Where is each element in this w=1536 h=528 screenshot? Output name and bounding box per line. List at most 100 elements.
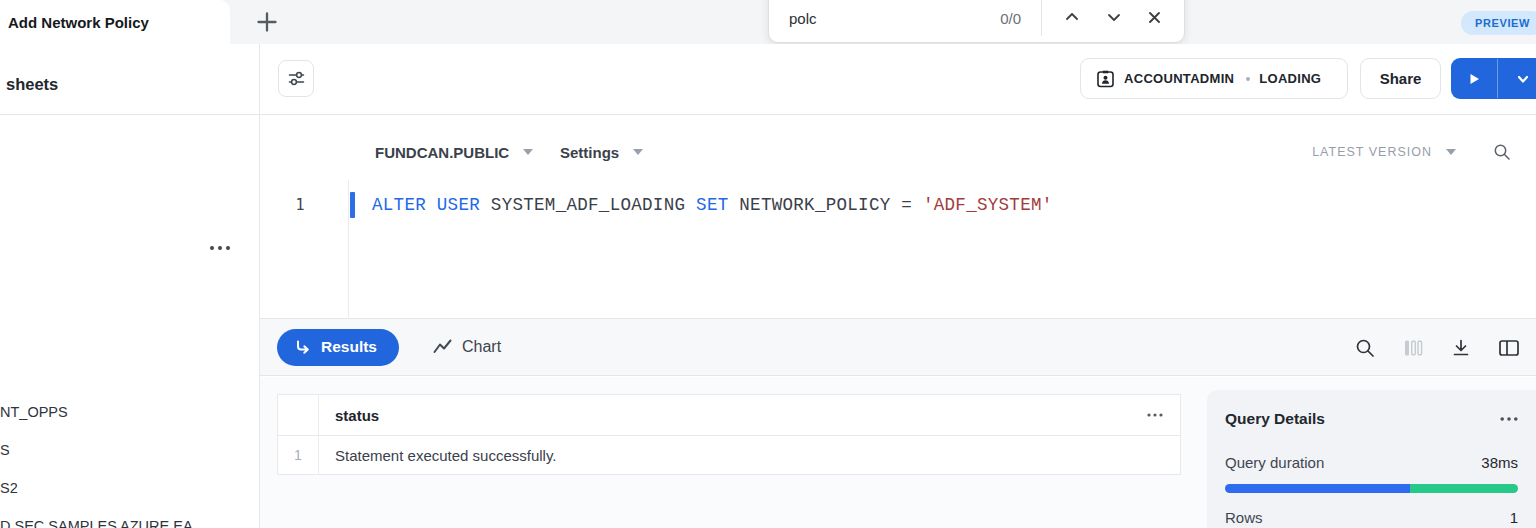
ellipsis-icon	[1147, 413, 1163, 417]
ellipsis-icon[interactable]	[1500, 417, 1518, 421]
find-divider	[1041, 0, 1042, 36]
results-download-button[interactable]	[1450, 337, 1472, 359]
results-section: Results Chart	[260, 319, 1536, 528]
settings-selector[interactable]: Settings	[560, 115, 643, 189]
sidebar: sheets NT_OPPS S S2 D SEC SAMPLES AZURE …	[0, 44, 260, 528]
duration-bar-blue-segment	[1225, 484, 1410, 493]
duration-bar-green-segment	[1410, 484, 1518, 493]
find-input[interactable]: polc	[789, 0, 817, 44]
sidebar-item[interactable]: S2	[0, 478, 18, 498]
find-close-button[interactable]	[1145, 8, 1163, 26]
results-toolbar: Results Chart	[260, 319, 1536, 376]
editor-search-button[interactable]	[1492, 142, 1512, 162]
app-window: Add Network Policy PREVIEW polc 0/0 shee…	[0, 0, 1536, 528]
sql-token: ALTER USER	[372, 195, 480, 215]
role-warehouse-button[interactable]: ACCOUNTADMIN LOADING	[1080, 58, 1348, 99]
main-area: ACCOUNTADMIN LOADING Share FUNDCAN.PUBLI…	[260, 44, 1536, 528]
run-query-button[interactable]	[1451, 58, 1497, 99]
download-icon	[1451, 338, 1471, 358]
preview-badge: PREVIEW	[1461, 11, 1536, 35]
columns-icon	[1403, 338, 1423, 358]
status-cell: Statement executed successfully.	[319, 447, 557, 464]
worksheet-tab[interactable]: Add Network Policy	[0, 0, 230, 44]
line-number: 1	[291, 196, 309, 214]
ellipsis-icon	[209, 245, 231, 251]
results-tab[interactable]: Results	[277, 329, 399, 366]
chevron-up-icon	[1064, 9, 1080, 25]
row-number-header	[278, 395, 319, 435]
sql-token: SET	[696, 195, 728, 215]
query-details-title: Query Details	[1225, 410, 1325, 428]
sidebar-item[interactable]: NT_OPPS	[0, 402, 68, 422]
find-bar: polc 0/0	[768, 0, 1185, 43]
role-label: ACCOUNTADMIN	[1124, 71, 1234, 86]
caret-down-icon	[633, 149, 643, 155]
query-duration-label: Query duration	[1225, 454, 1324, 471]
column-header-status[interactable]: status	[319, 407, 1144, 424]
results-split-view-button[interactable]	[1498, 337, 1520, 359]
editor-context-row: FUNDCAN.PUBLIC Settings LATEST VERSION	[260, 115, 1536, 189]
rows-value: 1	[1510, 509, 1518, 526]
query-duration-bar	[1225, 484, 1518, 493]
worksheet-tab-title: Add Network Policy	[8, 14, 149, 31]
gutter-divider	[348, 180, 349, 319]
row-number-cell: 1	[278, 436, 319, 474]
play-icon	[1467, 72, 1481, 86]
settings-label: Settings	[560, 144, 619, 161]
text-cursor	[350, 192, 355, 218]
sql-editor: FUNDCAN.PUBLIC Settings LATEST VERSION 1	[260, 115, 1536, 319]
new-tab-button[interactable]	[256, 11, 278, 33]
column-menu-button[interactable]	[1144, 413, 1166, 417]
share-button[interactable]: Share	[1360, 58, 1441, 99]
chart-tab[interactable]: Chart	[433, 338, 501, 356]
database-schema-label: FUNDCAN.PUBLIC	[375, 144, 509, 161]
run-button	[1451, 58, 1536, 99]
results-content: status 1 Statement executed successfully…	[260, 377, 1536, 528]
results-columns-button[interactable]	[1402, 337, 1424, 359]
return-arrow-icon	[294, 339, 311, 356]
database-schema-selector[interactable]: FUNDCAN.PUBLIC	[375, 115, 533, 189]
query-duration-value: 38ms	[1481, 454, 1518, 471]
sql-code-line[interactable]: ALTER USER SYSTEM_ADF_LOADING SET NETWOR…	[372, 195, 1053, 215]
run-options-button[interactable]	[1498, 58, 1536, 99]
results-actions	[1354, 319, 1520, 376]
chart-tab-label: Chart	[462, 338, 501, 356]
caret-down-icon[interactable]	[1446, 149, 1456, 155]
sql-token: SYSTEM_ADF_LOADING	[480, 195, 696, 215]
warehouse-label: LOADING	[1259, 71, 1321, 86]
sliders-icon	[287, 69, 306, 88]
chart-line-icon	[433, 339, 452, 355]
query-details-panel: Query Details Query duration 38ms Rows 1	[1207, 390, 1536, 528]
results-search-button[interactable]	[1354, 337, 1376, 359]
search-icon	[1355, 338, 1375, 358]
find-match-count: 0/0	[1000, 0, 1021, 44]
find-previous-button[interactable]	[1063, 8, 1081, 26]
sql-token: 'ADF_SYSTEM'	[923, 195, 1053, 215]
chevron-down-icon	[1106, 9, 1122, 25]
sidebar-more-button[interactable]	[206, 236, 234, 260]
plus-icon	[256, 11, 278, 33]
table-row[interactable]: 1 Statement executed successfully.	[278, 435, 1180, 474]
sidebar-heading-label: sheets	[6, 75, 58, 94]
caret-down-icon	[523, 149, 533, 155]
find-next-button[interactable]	[1105, 8, 1123, 26]
search-icon	[1493, 143, 1511, 161]
close-icon	[1147, 10, 1162, 25]
results-table: status 1 Statement executed successfully…	[277, 394, 1181, 475]
worksheet-settings-button[interactable]	[278, 60, 314, 97]
version-label[interactable]: LATEST VERSION	[1312, 145, 1432, 159]
separator-dot	[1246, 77, 1250, 81]
worksheet-toolbar: ACCOUNTADMIN LOADING Share	[260, 44, 1536, 115]
chevron-down-icon	[1516, 72, 1530, 86]
version-controls: LATEST VERSION	[1312, 115, 1512, 189]
sidebar-item[interactable]: S	[0, 440, 10, 460]
user-badge-icon	[1096, 69, 1115, 88]
results-tab-label: Results	[321, 338, 377, 356]
sidebar-heading: sheets	[0, 44, 259, 115]
sql-token: NETWORK_POLICY =	[728, 195, 922, 215]
sidebar-item[interactable]: D SEC SAMPLES AZURE EA	[0, 516, 193, 528]
share-label: Share	[1380, 70, 1422, 87]
split-panel-icon	[1498, 338, 1520, 358]
rows-label: Rows	[1225, 509, 1263, 526]
table-header-row: status	[278, 395, 1180, 435]
